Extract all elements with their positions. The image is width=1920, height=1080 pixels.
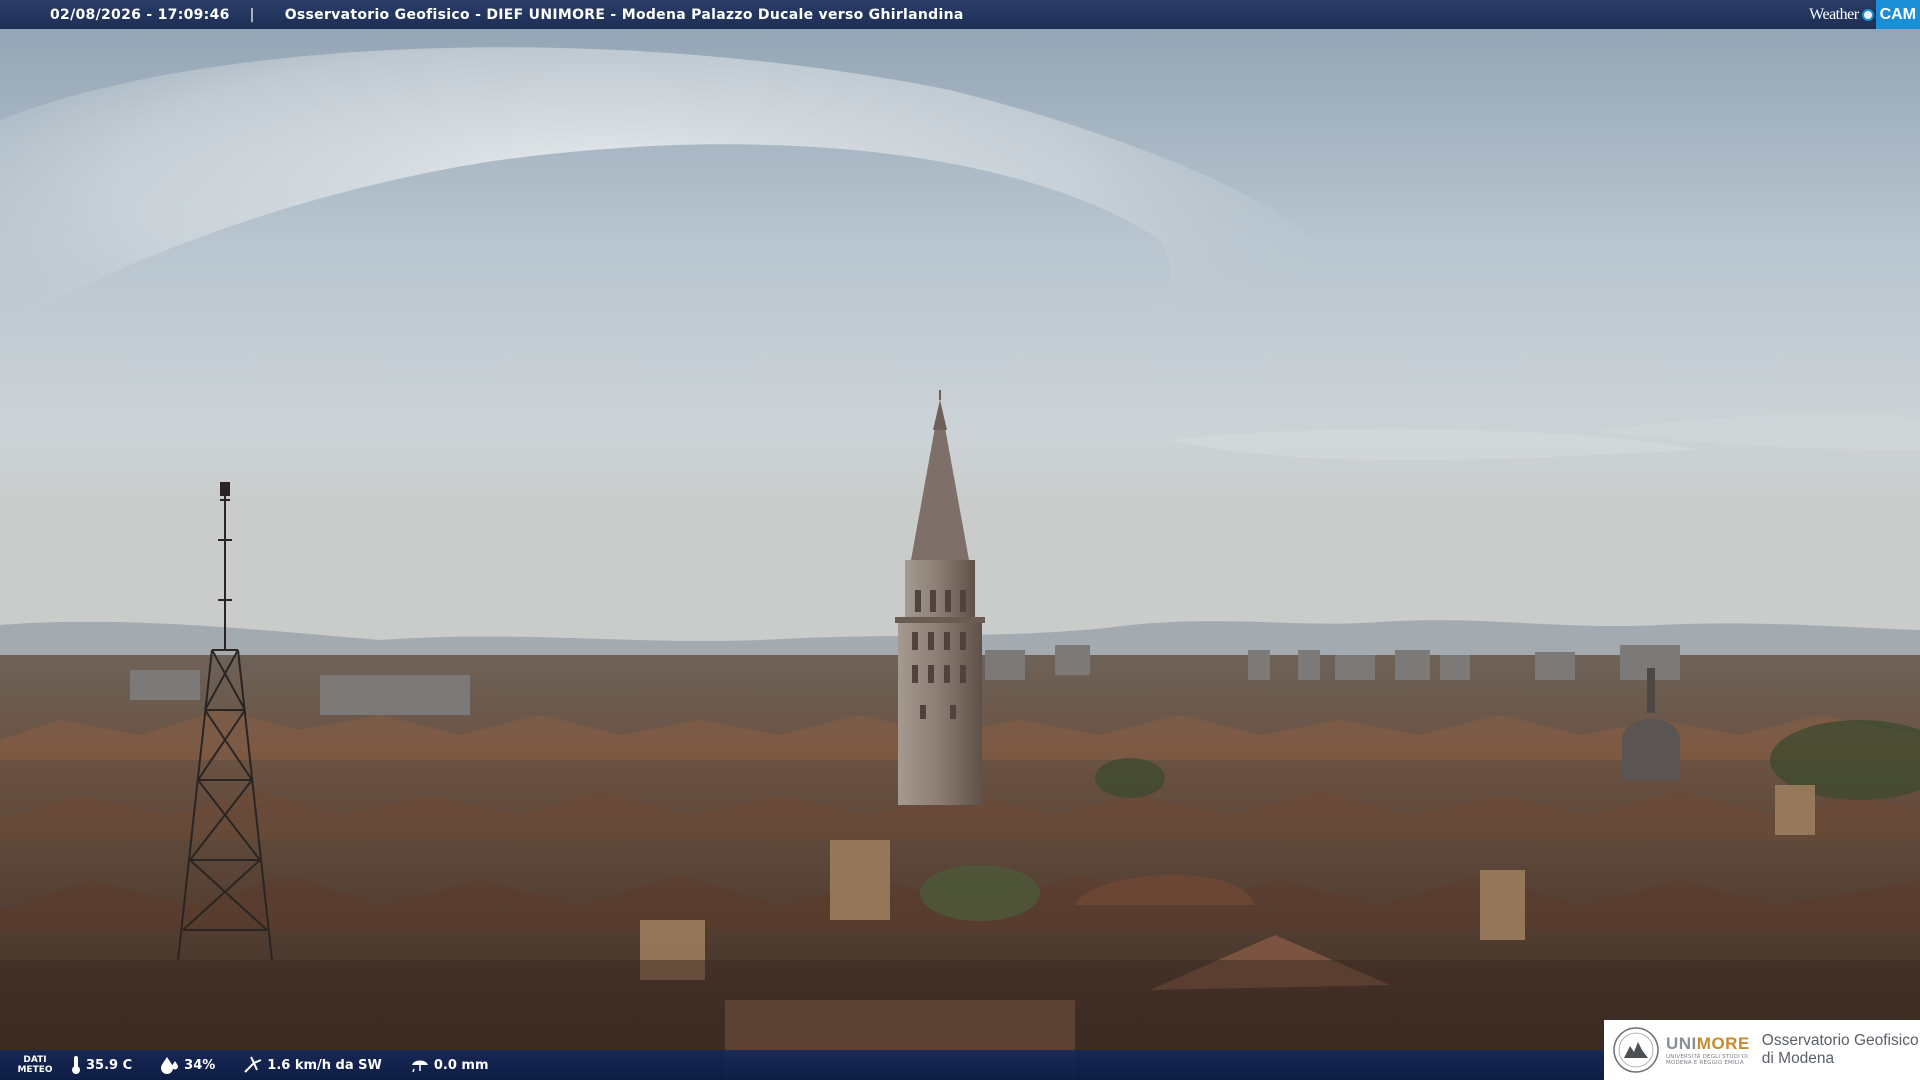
title-separator: | <box>249 6 255 23</box>
unimore-more: MORE <box>1696 1034 1750 1053</box>
top-info-bar: 02/08/2026 - 17:09:46 | Osservatorio Geo… <box>0 0 1920 29</box>
unimore-uni: UNI <box>1666 1034 1697 1053</box>
university-seal-icon <box>1613 1027 1659 1073</box>
weathercam-logo: Weather CAM <box>1809 0 1920 29</box>
unimore-logo-box: UNIMORE UNIVERSITÀ DEGLI STUDI DI MODENA… <box>1604 1020 1920 1080</box>
brand-weather-text: Weather <box>1809 5 1859 23</box>
webcam-image <box>0 0 1920 1080</box>
weather-label-line1: DATI <box>23 1055 47 1065</box>
timestamp: 02/08/2026 - 17:09:46 <box>50 6 230 23</box>
webcam-frame: 02/08/2026 - 17:09:46 | Osservatorio Geo… <box>0 0 1920 1080</box>
observatory-name: Osservatorio Geofisico di Modena <box>1762 1032 1919 1068</box>
thermometer-icon <box>72 1056 80 1074</box>
humidity-value: 34% <box>184 1057 216 1073</box>
rain-reading: 0.0 mm <box>410 1056 489 1074</box>
rain-icon <box>411 1060 428 1073</box>
temperature-value: 35.9 C <box>86 1057 133 1073</box>
observatory-name-line1: Osservatorio Geofisico <box>1761 1032 1919 1049</box>
weather-data-bar: DATI METEO 35.9 C 34% 1.6 km/h da SW 0.0… <box>0 1050 1604 1080</box>
humidity-drop-icon <box>161 1057 179 1074</box>
humidity-reading: 34% <box>160 1056 215 1074</box>
brand-cam-text: CAM <box>1875 0 1920 29</box>
wind-icon <box>244 1056 262 1073</box>
unimore-subtitle-2: MODENA E REGGIO EMILIA <box>1666 1060 1744 1066</box>
brand-dot-icon <box>1861 8 1874 21</box>
temperature-reading: 35.9 C <box>70 1055 132 1075</box>
wind-reading: 1.6 km/h da SW <box>243 1056 382 1074</box>
wind-value: 1.6 km/h da SW <box>267 1057 382 1073</box>
rain-value: 0.0 mm <box>433 1057 489 1073</box>
observatory-name-line2: di Modena <box>1761 1050 1835 1067</box>
weather-label-line2: METEO <box>17 1065 53 1075</box>
weather-label: DATI METEO <box>0 1055 70 1075</box>
unimore-wordmark: UNIMORE UNIVERSITÀ DEGLI STUDI DI MODENA… <box>1666 1034 1750 1066</box>
camera-title: Osservatorio Geofisico - DIEF UNIMORE - … <box>284 6 964 23</box>
